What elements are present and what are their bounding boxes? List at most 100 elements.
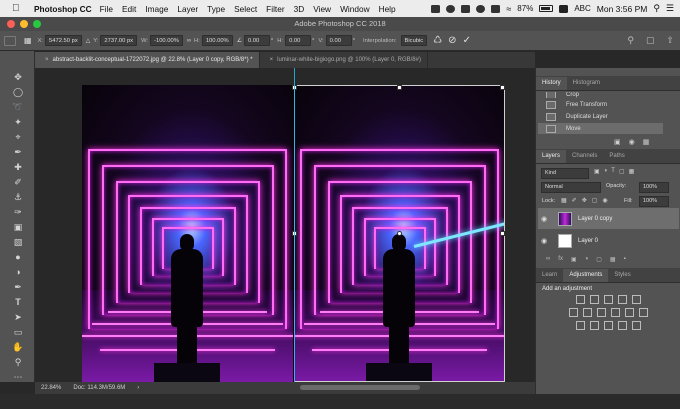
menu-type[interactable]: Type — [207, 4, 225, 14]
cancel-transform-icon[interactable]: ⊘ — [448, 35, 456, 46]
fx-icon[interactable]: fx — [558, 256, 563, 263]
angle-field[interactable]: 0.00 — [243, 35, 270, 46]
tab-adjustments[interactable]: Adjustments — [563, 269, 609, 282]
layer-filter-select[interactable]: Kind — [541, 168, 589, 179]
wifi-icon[interactable]: ≈ — [506, 4, 511, 14]
crop-tool-icon[interactable]: ⌖ — [11, 131, 25, 143]
link-icon[interactable]: ∞ — [187, 38, 191, 44]
layer-name[interactable]: Layer 0 — [578, 238, 598, 244]
clock[interactable]: Mon 3:56 PM — [597, 4, 648, 14]
filter-shape-icon[interactable]: ▢ — [619, 168, 625, 175]
visibility-eye-icon[interactable]: ◉ — [538, 215, 550, 223]
menu-select[interactable]: Select — [234, 4, 257, 14]
height-field[interactable]: 100.00% — [201, 35, 233, 46]
filter-pixel-icon[interactable]: ▣ — [594, 168, 600, 175]
warp-icon[interactable]: ♺ — [433, 35, 442, 46]
hskew-field[interactable]: 0.00 — [285, 35, 312, 46]
tab-history[interactable]: History — [536, 77, 567, 90]
eraser-tool-icon[interactable]: ▣ — [11, 221, 25, 233]
quick-select-tool-icon[interactable]: ✦ — [11, 116, 25, 128]
tab-document-2[interactable]: × luminar-white-bigiogo.png @ 100% (Layer… — [260, 52, 428, 68]
shield-icon[interactable] — [446, 4, 456, 13]
black-white-icon[interactable] — [597, 308, 606, 317]
fill-field[interactable]: 100% — [639, 196, 669, 207]
menu-layer[interactable]: Layer — [177, 4, 198, 14]
delete-layer-icon[interactable]: ▪ — [624, 256, 626, 263]
menu-image[interactable]: Image — [145, 4, 168, 14]
brush-tool-icon[interactable]: ✐ — [11, 176, 25, 188]
color-balance-icon[interactable] — [583, 308, 592, 317]
snapshot-icon[interactable]: ◉ — [629, 138, 635, 146]
shape-tool-icon[interactable]: ▭ — [11, 326, 25, 338]
blur-tool-icon[interactable]: ● — [11, 251, 25, 263]
add-mask-icon[interactable]: ▣ — [571, 256, 577, 263]
history-item[interactable]: Free Transform — [538, 99, 663, 110]
close-tab-icon[interactable]: × — [45, 57, 49, 63]
brightness-icon[interactable] — [576, 295, 585, 304]
transform-handle[interactable] — [500, 231, 505, 236]
history-item-selected[interactable]: Move — [538, 123, 663, 134]
visibility-eye-icon[interactable]: ◉ — [538, 237, 550, 245]
tab-paths[interactable]: Paths — [603, 150, 630, 163]
reference-point-icon[interactable]: ▦ — [24, 36, 32, 45]
curves-icon[interactable] — [604, 295, 613, 304]
x-field[interactable]: 5472.50 px — [45, 35, 82, 46]
history-item[interactable]: Duplicate Layer — [538, 111, 663, 122]
channel-mixer-icon[interactable] — [625, 308, 634, 317]
hue-saturation-icon[interactable] — [569, 308, 578, 317]
commit-transform-icon[interactable]: ✓ — [463, 35, 471, 46]
transform-handle[interactable] — [397, 231, 402, 236]
tab-document-1[interactable]: × abstract-backlit-conceptual-1722072.jpg… — [35, 52, 260, 68]
exposure-icon[interactable] — [618, 295, 627, 304]
layer-name[interactable]: Layer 0 copy — [578, 216, 612, 222]
transform-handle[interactable] — [397, 85, 402, 90]
menu-edit[interactable]: Edit — [122, 4, 136, 14]
marquee-tool-icon[interactable]: ◯ — [11, 86, 25, 98]
filter-adjust-icon[interactable]: ◑ — [604, 168, 608, 175]
input-source[interactable]: ABC — [574, 4, 590, 13]
history-brush-tool-icon[interactable]: ✑ — [11, 206, 25, 218]
filter-type-icon[interactable]: T — [611, 168, 615, 175]
lock-image-icon[interactable]: ✐ — [572, 197, 577, 204]
transform-handle[interactable] — [500, 85, 505, 90]
healing-tool-icon[interactable]: ✚ — [11, 161, 25, 173]
opacity-field[interactable]: 100% — [639, 182, 669, 193]
menu-view[interactable]: View — [313, 4, 331, 14]
eyedropper-tool-icon[interactable]: ✒ — [11, 146, 25, 158]
posterize-icon[interactable] — [590, 321, 599, 330]
menu-filter[interactable]: Filter — [266, 4, 284, 14]
lock-artboard-icon[interactable]: ▢ — [592, 197, 598, 204]
menu-3d[interactable]: 3D — [294, 4, 305, 14]
search-icon[interactable]: ⚲ — [627, 35, 634, 46]
gradient-tool-icon[interactable]: ▧ — [11, 236, 25, 248]
delta-icon[interactable]: △ — [86, 38, 90, 44]
pen-icon[interactable] — [461, 4, 471, 13]
vibrance-icon[interactable] — [632, 295, 641, 304]
dropbox-icon[interactable] — [431, 4, 441, 13]
y-field[interactable]: 2737.00 px — [100, 35, 138, 46]
lock-position-icon[interactable]: ✥ — [582, 197, 587, 204]
blend-mode-select[interactable]: Normal — [541, 182, 601, 193]
new-group-icon[interactable]: ▢ — [596, 256, 602, 263]
menu-window[interactable]: Window — [340, 4, 370, 14]
tab-layers[interactable]: Layers — [536, 150, 567, 163]
close-window-button[interactable] — [7, 20, 15, 28]
app-menu[interactable]: Photoshop CC — [34, 4, 92, 14]
tool-preset-icon[interactable] — [4, 35, 16, 46]
link-layers-icon[interactable]: ∞ — [546, 256, 550, 263]
vskew-field[interactable]: 0.00 — [325, 35, 352, 46]
lock-transparent-icon[interactable]: ▦ — [561, 197, 567, 204]
more-tools-icon[interactable]: ⋯ — [11, 371, 25, 383]
interpolation-select[interactable]: Bicubic — [400, 35, 428, 46]
selective-color-icon[interactable] — [632, 321, 641, 330]
new-layer-icon[interactable]: ▦ — [610, 256, 616, 263]
layer-row[interactable]: ◉ Layer 0 — [538, 230, 679, 251]
history-item[interactable]: Crop — [538, 92, 663, 98]
close-tab-icon[interactable]: × — [270, 57, 274, 63]
menu-help[interactable]: Help — [379, 4, 396, 14]
canvas-area[interactable] — [35, 68, 535, 382]
path-select-tool-icon[interactable]: ➤ — [11, 311, 25, 323]
workspace-icon[interactable]: ▢ — [646, 35, 655, 46]
filter-smart-icon[interactable]: ▦ — [629, 168, 635, 175]
spotlight-icon[interactable]: ⚲ — [653, 3, 660, 14]
